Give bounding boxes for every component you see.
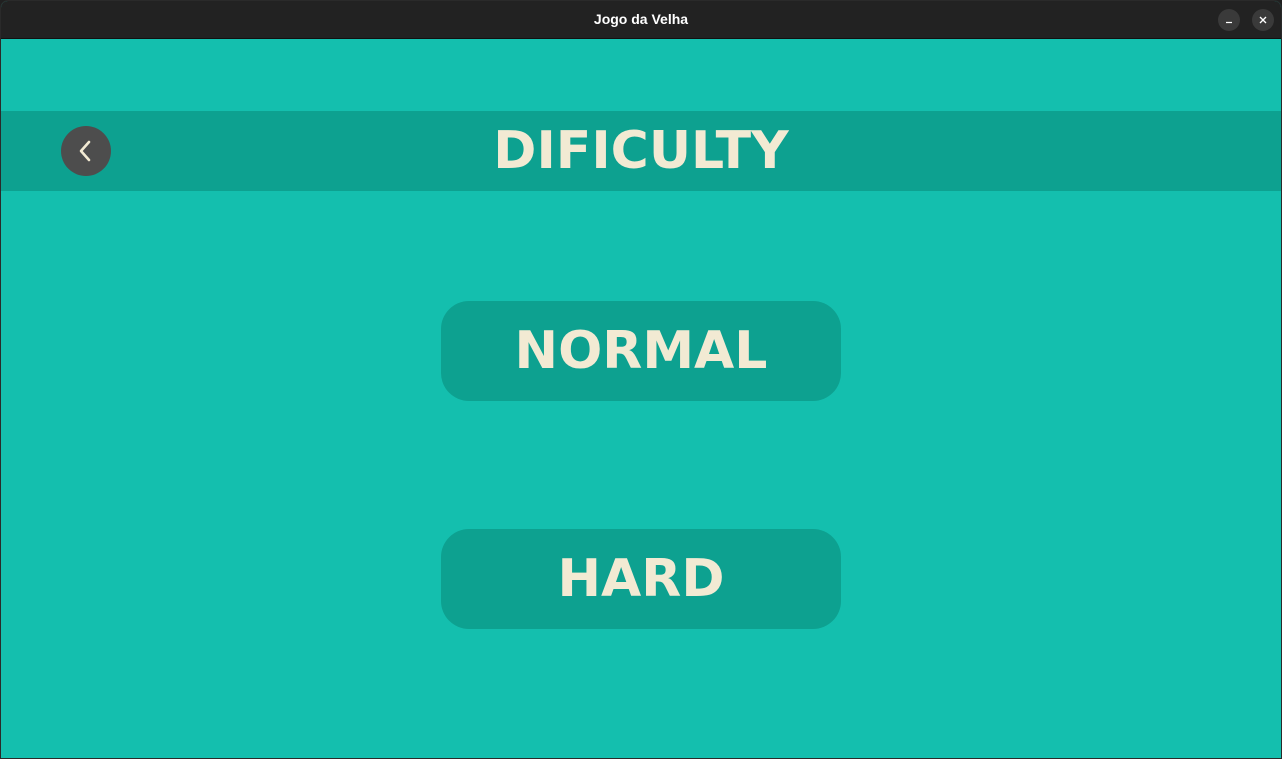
close-button[interactable] xyxy=(1252,9,1274,31)
header-band: DIFICULTY xyxy=(1,111,1281,191)
normal-difficulty-button[interactable]: NORMAL xyxy=(441,301,841,401)
hard-difficulty-button[interactable]: HARD xyxy=(441,529,841,629)
difficulty-screen: DIFICULTY NORMAL HARD xyxy=(1,39,1281,758)
minimize-button[interactable] xyxy=(1218,9,1240,31)
window-title: Jogo da Velha xyxy=(593,11,689,27)
title-bar: Jogo da Velha xyxy=(1,1,1281,39)
close-icon xyxy=(1259,16,1267,24)
page-title: DIFICULTY xyxy=(493,121,789,181)
app-window: Jogo da Velha DIFICULTY NORMAL HARD xyxy=(0,0,1282,759)
minimize-icon xyxy=(1226,21,1232,24)
